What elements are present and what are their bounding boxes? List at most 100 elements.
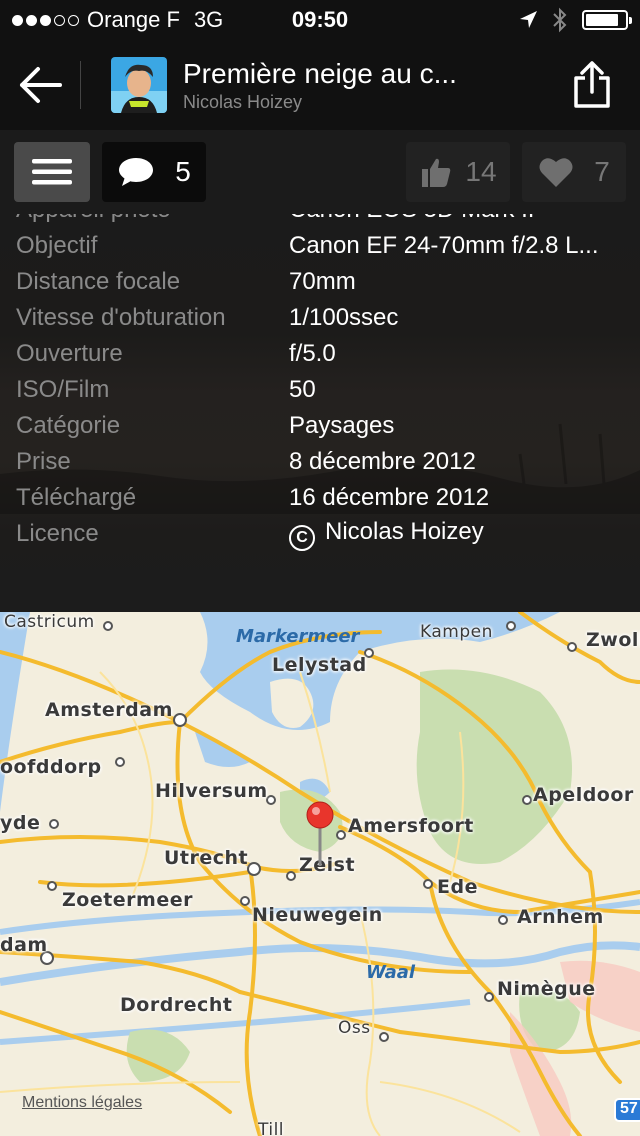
detail-row-license: Licence C Nicolas Hoizey [0, 516, 640, 552]
detail-label: Objectif [16, 232, 98, 259]
detail-value: Canon EF 24-70mm f/2.8 L... [289, 232, 599, 259]
detail-value: 50 [289, 376, 316, 403]
signal-dot [26, 14, 37, 26]
city-label-lelystad: Lelystad [272, 654, 367, 676]
city-label-amsterdam: Amsterdam [45, 699, 173, 721]
copyright-icon: C [289, 524, 315, 551]
detail-row-shutter-speed: Vitesse d'obturation 1/100ssec [0, 300, 640, 336]
city-label-nieuwegein: Nieuwegein [252, 904, 383, 926]
photo-toolbar: 5 14 7 [0, 130, 640, 214]
signal-strength-icon [12, 14, 79, 26]
detail-label: Catégorie [16, 412, 121, 439]
city-label-rotterdam: dam [0, 934, 48, 956]
back-arrow-icon [20, 67, 62, 103]
detail-label: Appareil photo [0, 214, 289, 224]
detail-row-taken: Prise 8 décembre 2012 [0, 444, 640, 480]
city-label-apeldoorn: Apeldoor [533, 784, 634, 806]
city-label-zwolle: Zwolle [586, 629, 640, 651]
water-label-markermeer: Markermeer [236, 626, 360, 647]
legal-notices-link[interactable]: Mentions légales [22, 1094, 142, 1112]
detail-value[interactable]: C Nicolas Hoizey [289, 518, 640, 551]
location-arrow-icon [519, 11, 537, 28]
city-label-oss: Oss [338, 1018, 371, 1038]
city-label-utrecht: Utrecht [164, 847, 249, 869]
network-type: 3G [193, 7, 224, 32]
detail-value: f/5.0 [289, 340, 336, 367]
gooimeer-water [195, 732, 250, 767]
detail-row-uploaded: Téléchargé 16 décembre 2012 [0, 480, 640, 516]
city-label-arnhem: Arnhem [517, 906, 604, 928]
sea-water [0, 612, 30, 812]
city-label-leiden: yde [0, 812, 41, 834]
signal-dot [40, 14, 51, 26]
city-label-tilburg: Till [258, 1120, 285, 1136]
detail-value: 1/100ssec [289, 304, 399, 331]
detail-label: ISO/Film [16, 376, 110, 403]
back-button[interactable] [0, 40, 80, 130]
heart-icon [539, 158, 573, 187]
city-label-amersfoort: Amersfoort [348, 815, 474, 837]
navigation-bar: Première neige au c... Nicolas Hoizey [0, 40, 640, 130]
carrier-name: Orange F [87, 7, 180, 32]
photo-details[interactable]: Appareil photo Canon EOS 5D Mark II Obje… [0, 214, 640, 612]
detail-value[interactable]: Paysages [289, 412, 640, 440]
favorite-button[interactable]: 7 [522, 142, 626, 202]
highway-badge: 57 [614, 1098, 640, 1122]
speech-bubble-icon [119, 158, 154, 186]
hamburger-icon [32, 159, 72, 185]
detail-label: Prise [16, 448, 71, 475]
pin-graphic [306, 801, 334, 866]
detail-label: Ouverture [16, 340, 123, 367]
share-icon [574, 61, 610, 108]
license-holder: Nicolas Hoizey [325, 517, 484, 545]
avatar-image [111, 57, 167, 113]
city-label-castricum: Castricum [4, 612, 95, 632]
detail-row-lens: Objectif Canon EF 24-70mm f/2.8 L... [0, 228, 640, 264]
detail-value: 70mm [289, 268, 356, 295]
detail-row-iso: ISO/Film 50 [0, 372, 640, 408]
detail-row-camera: Appareil photo Canon EOS 5D Mark II [0, 214, 640, 228]
photo-title: Première neige au c... [183, 57, 457, 89]
city-label-hoofddorp: oofddorp [0, 756, 102, 778]
detail-row-focal-length: Distance focale 70mm [0, 264, 640, 300]
nav-titles: Première neige au c... Nicolas Hoizey [183, 58, 544, 113]
detail-value: Canon EOS 5D Mark II [289, 214, 640, 224]
detail-label: Téléchargé [16, 484, 137, 511]
detail-label: Vitesse d'obturation [16, 304, 226, 331]
city-label-zoetermeer: Zoetermeer [62, 889, 193, 911]
like-button[interactable]: 14 [406, 142, 510, 202]
location-map[interactable]: Markermeer Waal Castricum Kampen Zwol le … [0, 612, 640, 1136]
water-label-waal: Waal [366, 962, 416, 983]
detail-value: 16 décembre 2012 [289, 484, 490, 511]
detail-row-category: Catégorie Paysages [0, 408, 640, 444]
battery-icon [581, 10, 632, 30]
signal-dot [12, 14, 23, 26]
city-label-ede: Ede [437, 876, 478, 898]
detail-row-aperture: Ouverture f/5.0 [0, 336, 640, 372]
detail-label: Licence [16, 520, 99, 547]
status-bar: Orange F 3G 09:50 [0, 0, 640, 40]
menu-button[interactable] [14, 142, 90, 202]
detail-value: 8 décembre 2012 [289, 448, 476, 475]
city-label-dordrecht: Dordrecht [120, 994, 233, 1016]
city-label-nimegue: Nimègue [497, 978, 596, 1000]
author-avatar[interactable] [111, 57, 167, 113]
bluetooth-icon [553, 7, 567, 33]
thumbs-up-icon [422, 158, 451, 187]
likes-count: 14 [465, 156, 497, 187]
nav-divider [80, 61, 81, 109]
comments-button[interactable]: 5 [102, 142, 206, 202]
location-pin-icon[interactable] [305, 800, 335, 870]
details-list: Appareil photo Canon EOS 5D Mark II Obje… [0, 214, 640, 552]
share-button[interactable] [544, 40, 640, 130]
city-label-kampen: Kampen [420, 622, 493, 642]
signal-dot [54, 14, 65, 26]
city-label-hilversum: Hilversum [155, 780, 268, 802]
author-name[interactable]: Nicolas Hoizey [183, 92, 544, 113]
detail-label: Distance focale [16, 268, 181, 295]
status-icons [518, 7, 632, 33]
battery-level [585, 14, 619, 26]
comments-count: 5 [175, 156, 191, 187]
favorites-count: 7 [594, 156, 610, 187]
signal-dot [68, 14, 79, 26]
